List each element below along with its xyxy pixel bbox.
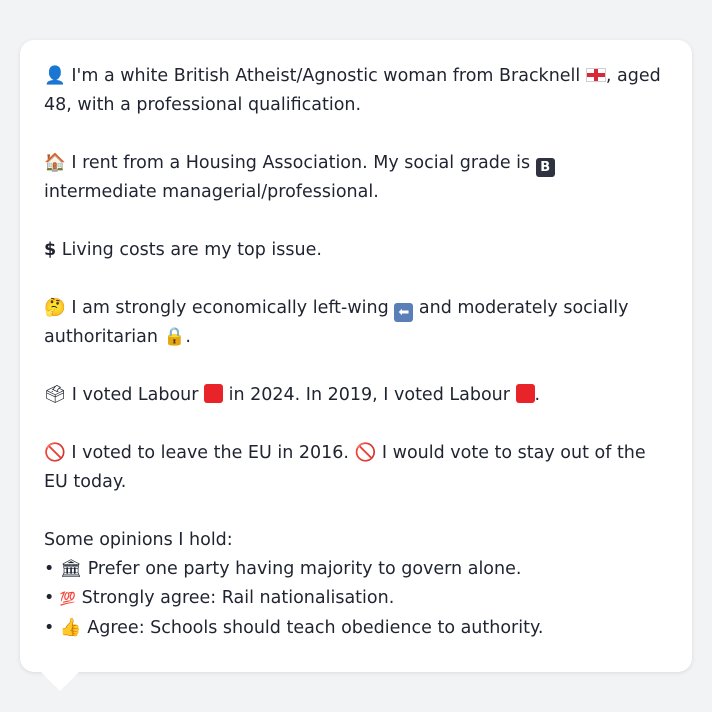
social-grade-badge: B <box>535 158 555 177</box>
demographics-paragraph: 👤 I'm a white British Atheist/Agnostic w… <box>44 62 668 120</box>
opinion-text: Prefer one party having majority to gove… <box>87 559 522 579</box>
labour-red-square-icon <box>204 384 224 403</box>
list-item: • 👍 Agree: Schools should teach obedienc… <box>44 614 668 643</box>
no-entry-icon: 🚫 <box>354 443 377 463</box>
top-issue-paragraph: $ Living costs are my top issue. <box>44 236 668 265</box>
demographics-text-a: I'm a white British Atheist/Agnostic wom… <box>71 66 581 86</box>
opinion-text: Agree: Schools should teach obedience to… <box>87 618 544 638</box>
housing-text-b: intermediate managerial/professional. <box>44 182 379 202</box>
thinking-face-icon: 🤔 <box>44 298 66 318</box>
opinions-heading: Some opinions I hold: <box>44 530 233 550</box>
no-entry-icon: 🚫 <box>44 443 66 463</box>
opinion-text: Strongly agree: Rail nationalisation. <box>81 588 395 608</box>
ideology-text-a: I am strongly economically left-wing <box>71 298 389 318</box>
voting-text-a: I voted Labour <box>71 385 199 405</box>
top-issue-text: Living costs are my top issue. <box>61 240 322 260</box>
ballot-box-icon: 🗳 <box>44 385 67 405</box>
voting-text-c: . <box>534 385 541 405</box>
england-flag-icon <box>585 68 606 82</box>
classical-building-icon: 🏛 <box>59 559 83 579</box>
speech-bubble-tail <box>40 671 80 691</box>
thumbs-up-icon: 👍 <box>59 618 82 638</box>
labour-red-square-icon <box>515 384 535 403</box>
lock-icon: 🔒 <box>163 327 186 347</box>
house-icon: 🏠 <box>44 153 66 173</box>
hundred-points-icon: 💯 <box>59 592 77 607</box>
ideology-text-c: . <box>185 327 191 347</box>
person-silhouette-icon: 👤 <box>44 66 66 86</box>
voting-text-b: in 2024. In 2019, I voted Labour <box>228 385 510 405</box>
housing-paragraph: 🏠 I rent from a Housing Association. My … <box>44 149 668 207</box>
eu-paragraph: 🚫 I voted to leave the EU in 2016. 🚫 I w… <box>44 439 668 497</box>
housing-text-a: I rent from a Housing Association. My so… <box>71 153 531 173</box>
dollar-sign-icon: $ <box>44 240 57 260</box>
eu-text-a: I voted to leave the EU in 2016. <box>71 443 349 463</box>
list-item: • 💯 Strongly agree: Rail nationalisation… <box>44 584 668 614</box>
opinions-list: • 🏛 Prefer one party having majority to … <box>44 555 668 643</box>
voting-paragraph: 🗳 I voted Labour in 2024. In 2019, I vot… <box>44 381 668 410</box>
profile-card: 👤 I'm a white British Atheist/Agnostic w… <box>20 40 692 672</box>
ideology-paragraph: 🤔 I am strongly economically left-wing ⬅… <box>44 294 668 352</box>
list-item: • 🏛 Prefer one party having majority to … <box>44 555 668 584</box>
left-arrow-icon: ⬅ <box>394 303 414 322</box>
